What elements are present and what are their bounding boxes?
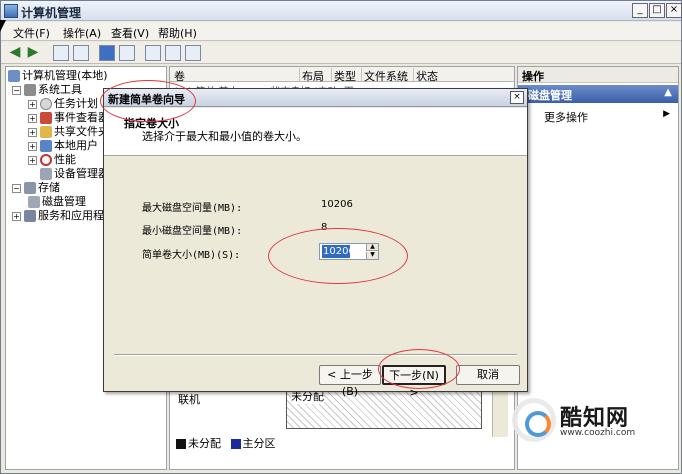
actions-disk-management[interactable]: 磁盘管理 ▲ [518, 85, 678, 103]
spin-down-icon[interactable]: ▼ [366, 252, 378, 259]
performance-icon [40, 154, 52, 166]
toolbar: ◀ ▶ [1, 42, 681, 64]
max-space-value: 10206 [321, 199, 353, 210]
submenu-arrow-icon: ▶ [663, 109, 670, 119]
menu-view[interactable]: 查看(V) [111, 25, 149, 41]
disk-icon [28, 196, 40, 208]
expand-icon[interactable]: + [28, 141, 37, 151]
services-icon [24, 210, 36, 222]
legend: 未分配 主分区 [172, 435, 512, 451]
maximize-button[interactable]: □ [649, 3, 665, 18]
tree-item-system-tools[interactable]: − 系统工具 [12, 83, 82, 97]
tree-item-shared-folders[interactable]: + 共享文件夹 [28, 125, 109, 139]
tools-icon [24, 84, 36, 96]
dialog-title: 新建简单卷向导 [108, 93, 185, 106]
unallocated-swatch [176, 439, 186, 449]
collapse-icon[interactable]: − [12, 85, 21, 95]
help-icon[interactable] [99, 45, 115, 61]
primary-swatch [230, 439, 241, 449]
watermark: 酷知网 www.coozhi.com [512, 392, 672, 450]
dialog-close-button[interactable]: × [510, 91, 524, 104]
coozhi-logo-icon [512, 398, 556, 442]
device-manager-icon [40, 168, 52, 180]
menu-bar: 文件(F) 操作(A) 查看(V) 帮助(H) [1, 22, 681, 41]
collapse-icon[interactable]: − [12, 183, 21, 193]
event-viewer-icon [40, 112, 52, 124]
collapse-up-icon[interactable]: ▲ [664, 87, 672, 98]
storage-icon [24, 182, 36, 194]
dialog-separator [114, 354, 517, 356]
volume-size-label: 简单卷大小(MB)(S): [142, 250, 241, 261]
shared-folder-icon [40, 126, 52, 138]
actions-header: 操作 [518, 67, 678, 83]
back-arrow-icon[interactable]: ◀ [7, 45, 23, 61]
computer-management-icon [4, 4, 18, 18]
tree-item-storage[interactable]: − 存储 [12, 181, 60, 195]
list-header: 卷 布局 类型 文件系统 状态 [170, 67, 514, 83]
back-button[interactable]: < 上一步(B) [319, 365, 381, 398]
expand-icon[interactable]: + [12, 211, 21, 221]
volume-size-stepper[interactable]: 10206 ▲ ▼ [319, 243, 379, 260]
mouse-cursor-icon [0, 20, 6, 32]
close-button[interactable]: × [666, 3, 682, 18]
column-volume[interactable]: 卷 [174, 68, 300, 83]
new-simple-volume-wizard: 新建简单卷向导 × 指定卷大小 选择介于最大和最小值的卷大小。 最大磁盘空间量(… [103, 88, 528, 399]
max-space-label: 最大磁盘空间量(MB): [142, 203, 243, 214]
legend-unallocated: 未分配 [188, 437, 221, 450]
watermark-url: www.coozhi.com [560, 428, 636, 438]
menu-action[interactable]: 操作(A) [63, 25, 101, 41]
minimize-button[interactable]: _ [632, 3, 648, 18]
tree-item-event-viewer[interactable]: + 事件查看器 [28, 111, 109, 125]
tree-item-services-apps[interactable]: + 服务和应用程序 [12, 209, 115, 223]
expand-icon[interactable]: + [28, 99, 37, 109]
expand-icon[interactable]: + [28, 127, 37, 137]
tree-item-device-manager[interactable]: 设备管理器 [40, 167, 109, 181]
min-space-label: 最小磁盘空间量(MB): [142, 226, 243, 237]
cancel-button[interactable]: 取消 [456, 365, 520, 385]
tree-item-performance[interactable]: + 性能 [28, 153, 76, 167]
column-filesystem[interactable]: 文件系统 [364, 68, 414, 83]
title-bar: 计算机管理 _ □ × [1, 1, 682, 21]
menu-help[interactable]: 帮助(H) [158, 25, 197, 41]
forward-arrow-icon[interactable]: ▶ [25, 45, 41, 61]
computer-icon [8, 70, 20, 82]
tree-item-disk-management[interactable]: 磁盘管理 [28, 195, 86, 209]
legend-primary: 主分区 [242, 437, 276, 450]
users-icon [40, 140, 52, 152]
next-button[interactable]: 下一步(N) > [382, 365, 446, 399]
up-folder-icon[interactable] [53, 45, 69, 61]
checklist-icon[interactable] [185, 45, 201, 61]
disk-status-label: 联机 [178, 393, 200, 406]
export-list-icon[interactable] [145, 45, 161, 61]
column-type[interactable]: 类型 [334, 68, 362, 83]
spin-up-icon[interactable]: ▲ [366, 244, 378, 251]
column-layout[interactable]: 布局 [302, 68, 332, 83]
more-actions-item[interactable]: 更多操作 [544, 109, 588, 125]
window-title: 计算机管理 [21, 6, 82, 20]
step-description: 选择介于最大和最小值的卷大小。 [142, 130, 307, 143]
show-action-pane-icon[interactable] [119, 45, 135, 61]
column-status[interactable]: 状态 [416, 68, 514, 83]
tree-item-task-scheduler[interactable]: + 任务计划 [28, 97, 98, 111]
dialog-header: 指定卷大小 选择介于最大和最小值的卷大小。 [104, 108, 527, 156]
dialog-title-bar: 新建简单卷向导 × [104, 89, 527, 107]
tree-item-local-users[interactable]: + 本地用户 [28, 139, 98, 153]
expand-icon[interactable]: + [28, 113, 37, 123]
menu-file[interactable]: 文件(F) [13, 25, 50, 41]
show-tree-icon[interactable] [73, 45, 89, 61]
volume-size-input[interactable]: 10206 [322, 245, 355, 258]
min-space-value: 8 [321, 222, 328, 233]
expand-icon[interactable]: + [28, 155, 37, 165]
properties-icon[interactable] [165, 45, 181, 61]
clock-icon [40, 98, 52, 110]
tree-item-root[interactable]: 计算机管理(本地) [8, 69, 108, 83]
